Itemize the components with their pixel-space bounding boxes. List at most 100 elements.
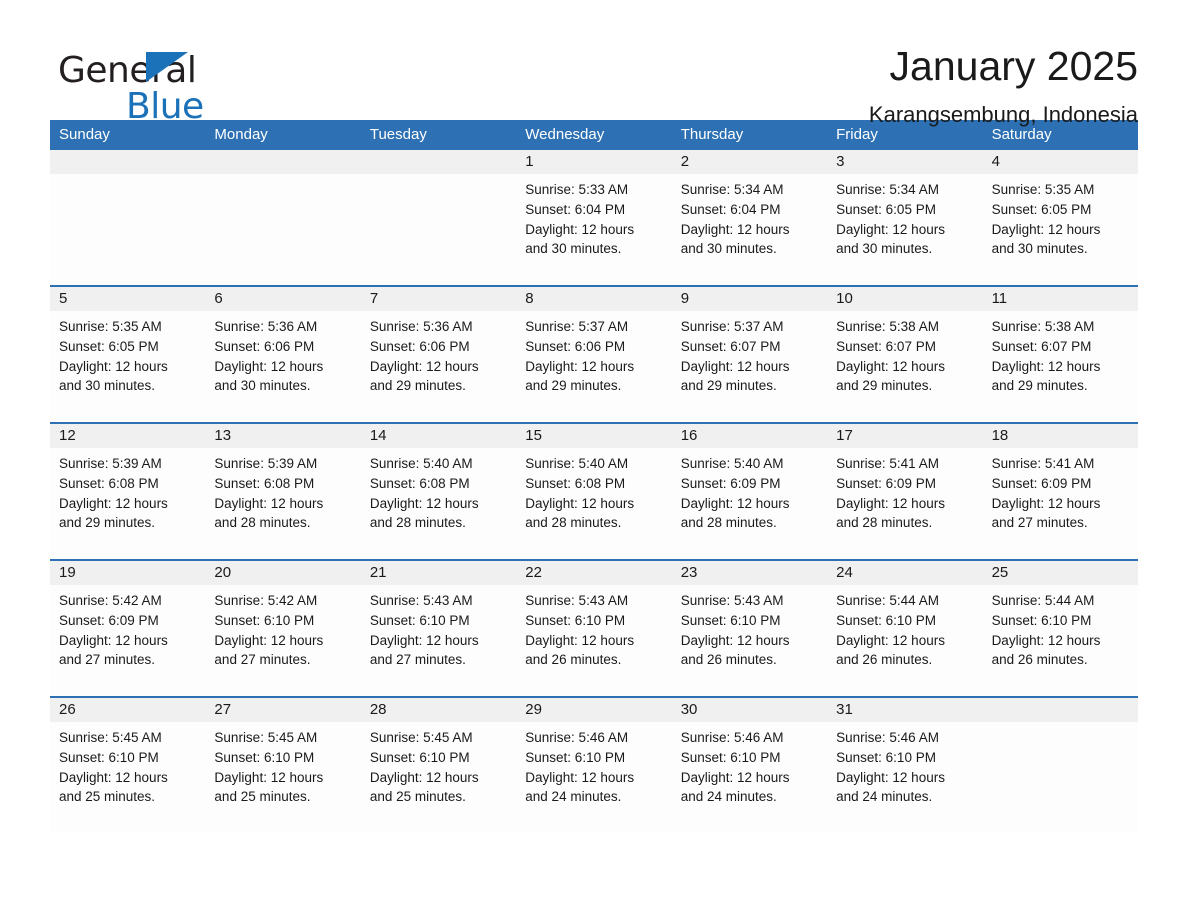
calendar-day-cell[interactable]: 28 Sunrise: 5:45 AM Sunset: 6:10 PM Dayl… [360, 698, 517, 833]
daylight-text-line1: Daylight: 12 hours [214, 358, 324, 374]
calendar-day-cell[interactable] [982, 698, 1138, 833]
daylight-text-line2: and 27 minutes. [214, 652, 311, 668]
calendar-day-cell[interactable] [360, 150, 517, 285]
sunrise-text: Sunrise: 5:45 AM [214, 730, 318, 745]
day-number: 4 [982, 150, 1138, 174]
day-details: Sunrise: 5:44 AM Sunset: 6:10 PM Dayligh… [983, 585, 1138, 670]
calendar-day-cell[interactable]: 5 Sunrise: 5:35 AM Sunset: 6:05 PM Dayli… [50, 287, 206, 422]
calendar-day-cell[interactable]: 4 Sunrise: 5:35 AM Sunset: 6:05 PM Dayli… [982, 150, 1138, 285]
calendar-day-cell[interactable]: 1 Sunrise: 5:33 AM Sunset: 6:04 PM Dayli… [516, 150, 672, 285]
sunrise-text: Sunrise: 5:41 AM [836, 456, 939, 471]
day-details: Sunrise: 5:40 AM Sunset: 6:08 PM Dayligh… [361, 448, 516, 533]
daylight-text-line1: Daylight: 12 hours [369, 358, 479, 374]
calendar-day-cell[interactable]: 3 Sunrise: 5:34 AM Sunset: 6:05 PM Dayli… [827, 150, 983, 285]
calendar-week-row: 5 Sunrise: 5:35 AM Sunset: 6:05 PM Dayli… [50, 285, 1138, 422]
calendar-day-cell[interactable]: 19 Sunrise: 5:42 AM Sunset: 6:09 PM Dayl… [50, 561, 206, 696]
calendar-day-cell[interactable]: 27 Sunrise: 5:45 AM Sunset: 6:10 PM Dayl… [205, 698, 361, 833]
calendar-day-cell[interactable]: 11 Sunrise: 5:38 AM Sunset: 6:07 PM Dayl… [982, 287, 1138, 422]
calendar-day-cell[interactable]: 9 Sunrise: 5:37 AM Sunset: 6:07 PM Dayli… [671, 287, 828, 422]
calendar-grid: Sunday Monday Tuesday Wednesday Thursday… [50, 120, 1138, 833]
sunrise-text: Sunrise: 5:43 AM [525, 593, 629, 608]
calendar-day-cell[interactable]: 15 Sunrise: 5:40 AM Sunset: 6:08 PM Dayl… [516, 424, 672, 559]
daylight-text-line1: Daylight: 12 hours [991, 358, 1101, 374]
daylight-text-line2: and 28 minutes. [525, 515, 622, 531]
day-details: Sunrise: 5:44 AM Sunset: 6:10 PM Dayligh… [827, 585, 982, 670]
daylight-text-line2: and 29 minutes. [525, 378, 622, 394]
calendar-day-cell[interactable]: 14 Sunrise: 5:40 AM Sunset: 6:08 PM Dayl… [360, 424, 517, 559]
calendar-day-cell[interactable]: 24 Sunrise: 5:44 AM Sunset: 6:10 PM Dayl… [827, 561, 983, 696]
daylight-text-line1: Daylight: 12 hours [680, 632, 790, 648]
page-title: January 2025 [889, 43, 1138, 89]
calendar-day-cell[interactable]: 16 Sunrise: 5:40 AM Sunset: 6:09 PM Dayl… [671, 424, 828, 559]
daylight-text-line2: and 26 minutes. [991, 652, 1088, 668]
calendar-day-cell[interactable]: 21 Sunrise: 5:43 AM Sunset: 6:10 PM Dayl… [360, 561, 517, 696]
sunrise-text: Sunrise: 5:40 AM [680, 456, 784, 471]
logo-text-blue: Blue [126, 86, 204, 127]
daylight-text-line2: and 26 minutes. [525, 652, 622, 668]
calendar-day-cell[interactable]: 7 Sunrise: 5:36 AM Sunset: 6:06 PM Dayli… [360, 287, 517, 422]
day-number: 23 [671, 561, 828, 585]
calendar-day-cell[interactable]: 20 Sunrise: 5:42 AM Sunset: 6:10 PM Dayl… [205, 561, 361, 696]
daylight-text-line2: and 29 minutes. [680, 378, 777, 394]
sunset-text: Sunset: 6:09 PM [836, 475, 936, 491]
calendar-day-cell[interactable]: 29 Sunrise: 5:46 AM Sunset: 6:10 PM Dayl… [516, 698, 672, 833]
sunrise-text: Sunrise: 5:46 AM [836, 730, 939, 745]
calendar-week-row: 12 Sunrise: 5:39 AM Sunset: 6:08 PM Dayl… [50, 422, 1138, 559]
day-details: Sunrise: 5:39 AM Sunset: 6:08 PM Dayligh… [205, 448, 360, 533]
daylight-text-line2: and 30 minutes. [680, 241, 777, 257]
sunset-text: Sunset: 6:09 PM [991, 475, 1092, 491]
weekday-friday: Friday [836, 126, 878, 143]
sunrise-text: Sunrise: 5:35 AM [59, 319, 162, 334]
calendar-day-cell[interactable]: 8 Sunrise: 5:37 AM Sunset: 6:06 PM Dayli… [516, 287, 672, 422]
daylight-text-line1: Daylight: 12 hours [214, 769, 324, 785]
sunset-text: Sunset: 6:09 PM [680, 475, 781, 491]
sunrise-text: Sunrise: 5:45 AM [369, 730, 473, 745]
calendar-day-cell[interactable] [50, 150, 206, 285]
daylight-text-line1: Daylight: 12 hours [59, 495, 168, 511]
calendar-day-cell[interactable]: 12 Sunrise: 5:39 AM Sunset: 6:08 PM Dayl… [50, 424, 206, 559]
generalblue-logo[interactable]: General Blue [50, 42, 280, 128]
day-number: 30 [671, 698, 828, 722]
calendar-day-cell[interactable] [205, 150, 361, 285]
sunrise-text: Sunrise: 5:34 AM [680, 182, 784, 197]
sunrise-text: Sunrise: 5:40 AM [525, 456, 629, 471]
sunset-text: Sunset: 6:05 PM [59, 338, 159, 354]
calendar-week-row: 19 Sunrise: 5:42 AM Sunset: 6:09 PM Dayl… [50, 559, 1138, 696]
calendar-day-cell[interactable]: 25 Sunrise: 5:44 AM Sunset: 6:10 PM Dayl… [982, 561, 1138, 696]
calendar-day-cell[interactable]: 13 Sunrise: 5:39 AM Sunset: 6:08 PM Dayl… [205, 424, 361, 559]
sunrise-text: Sunrise: 5:44 AM [991, 593, 1095, 608]
day-number: 31 [827, 698, 983, 722]
sunrise-text: Sunrise: 5:36 AM [214, 319, 318, 334]
daylight-text-line2: and 28 minutes. [214, 515, 311, 531]
daylight-text-line2: and 27 minutes. [991, 515, 1088, 531]
daylight-text-line1: Daylight: 12 hours [214, 495, 324, 511]
day-number: 25 [982, 561, 1138, 585]
weekday-thursday: Thursday [680, 126, 744, 143]
calendar-day-cell[interactable]: 6 Sunrise: 5:36 AM Sunset: 6:06 PM Dayli… [205, 287, 361, 422]
calendar-day-cell[interactable]: 31 Sunrise: 5:46 AM Sunset: 6:10 PM Dayl… [827, 698, 983, 833]
sunset-text: Sunset: 6:10 PM [525, 612, 626, 628]
sunset-text: Sunset: 6:10 PM [214, 612, 315, 628]
calendar-day-cell[interactable]: 18 Sunrise: 5:41 AM Sunset: 6:09 PM Dayl… [982, 424, 1138, 559]
sunrise-text: Sunrise: 5:42 AM [214, 593, 318, 608]
calendar-day-cell[interactable]: 10 Sunrise: 5:38 AM Sunset: 6:07 PM Dayl… [827, 287, 983, 422]
calendar-day-cell[interactable]: 17 Sunrise: 5:41 AM Sunset: 6:09 PM Dayl… [827, 424, 983, 559]
calendar-week-row: 26 Sunrise: 5:45 AM Sunset: 6:10 PM Dayl… [50, 696, 1138, 833]
sunset-text: Sunset: 6:08 PM [59, 475, 159, 491]
daylight-text-line2: and 30 minutes. [214, 378, 311, 394]
calendar-day-cell[interactable]: 23 Sunrise: 5:43 AM Sunset: 6:10 PM Dayl… [671, 561, 828, 696]
calendar-day-cell[interactable]: 2 Sunrise: 5:34 AM Sunset: 6:04 PM Dayli… [671, 150, 828, 285]
calendar-day-cell[interactable]: 22 Sunrise: 5:43 AM Sunset: 6:10 PM Dayl… [516, 561, 672, 696]
daylight-text-line1: Daylight: 12 hours [59, 632, 168, 648]
day-details: Sunrise: 5:35 AM Sunset: 6:05 PM Dayligh… [50, 311, 205, 396]
day-number: 1 [516, 150, 672, 174]
day-number: 3 [827, 150, 983, 174]
sunset-text: Sunset: 6:10 PM [991, 612, 1092, 628]
calendar-week-row: 1 Sunrise: 5:33 AM Sunset: 6:04 PM Dayli… [50, 150, 1138, 285]
calendar-day-cell[interactable]: 26 Sunrise: 5:45 AM Sunset: 6:10 PM Dayl… [50, 698, 206, 833]
calendar-day-cell[interactable]: 30 Sunrise: 5:46 AM Sunset: 6:10 PM Dayl… [671, 698, 828, 833]
sunrise-text: Sunrise: 5:46 AM [525, 730, 629, 745]
day-details: Sunrise: 5:46 AM Sunset: 6:10 PM Dayligh… [516, 722, 671, 807]
sunset-text: Sunset: 6:08 PM [525, 475, 626, 491]
daylight-text-line2: and 29 minutes. [59, 515, 156, 531]
